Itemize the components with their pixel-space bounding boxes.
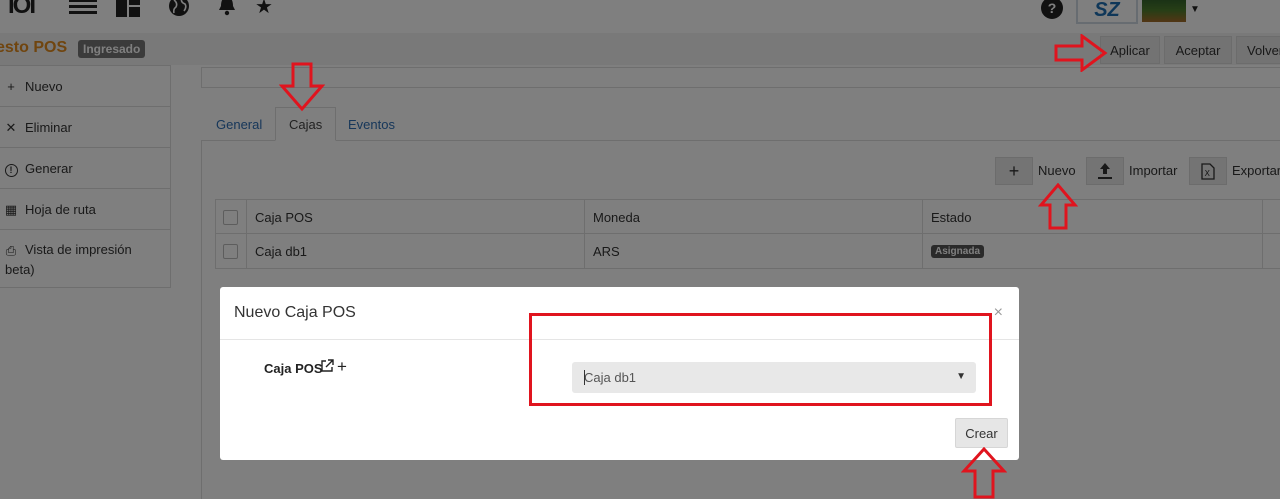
caja-pos-label: Caja POS xyxy=(264,361,323,376)
arrow-right-annotation-icon xyxy=(1054,34,1108,72)
arrow-up-annotation-icon xyxy=(961,447,1007,499)
arrow-up-annotation-icon xyxy=(1038,183,1078,230)
plus-icon[interactable]: + xyxy=(337,357,347,377)
close-icon[interactable]: × xyxy=(994,304,1003,322)
crear-button[interactable]: Crear xyxy=(955,418,1008,448)
highlight-box-annotation xyxy=(529,313,992,406)
external-link-icon[interactable] xyxy=(320,359,334,377)
arrow-down-annotation-icon xyxy=(279,62,325,112)
modal-title: Nuevo Caja POS xyxy=(234,304,356,321)
